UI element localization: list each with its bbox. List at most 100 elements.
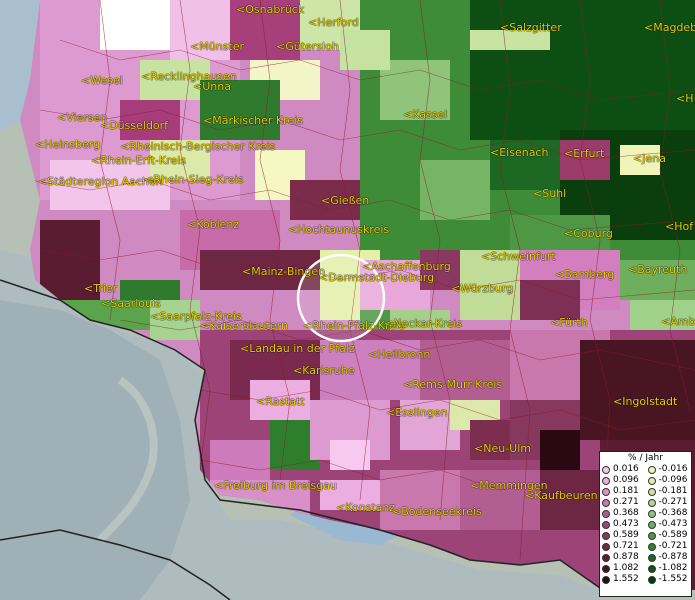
legend-title: % / Jahr xyxy=(628,453,663,463)
legend-entry-pos: 0.368 xyxy=(600,508,646,519)
label-jena[interactable]: <Jena xyxy=(633,153,666,165)
label-koblenz[interactable]: <Koblenz xyxy=(187,219,239,231)
legend-swatch xyxy=(647,487,656,496)
legend-value: 0.096 xyxy=(613,475,639,485)
legend-row: 0.096 -0.096 xyxy=(600,475,691,486)
label-bayreuth[interactable]: <Bayreuth xyxy=(628,264,687,276)
label-erfurt[interactable]: <Erfurt xyxy=(564,148,604,160)
legend-swatch xyxy=(602,498,610,507)
legend-value: 1.552 xyxy=(613,574,639,584)
label-bodenseekreis[interactable]: <Bodenseekreis xyxy=(392,506,482,518)
label-magdeburg[interactable]: <Magdeb xyxy=(644,22,695,34)
label-freiburg-im-breisgau[interactable]: <Freiburg im Breisgau xyxy=(214,480,337,492)
legend-swatch xyxy=(602,487,610,496)
label-hof[interactable]: <Hof xyxy=(665,221,693,233)
label-giessen[interactable]: <Gießen xyxy=(321,195,369,207)
legend-entry-neg: -0.271 xyxy=(646,497,692,508)
label-fuerth[interactable]: <Fürth xyxy=(550,317,588,329)
label-amberg[interactable]: <Amb xyxy=(661,316,695,328)
label-unna[interactable]: <Unna xyxy=(193,81,231,93)
legend-entry-pos: 0.878 xyxy=(600,552,646,563)
legend-entry-pos: 1.082 xyxy=(600,563,646,574)
legend-value: 0.878 xyxy=(613,552,639,562)
legend-row: 0.878 -0.878 xyxy=(600,552,691,563)
label-coburg[interactable]: <Coburg xyxy=(564,228,613,240)
label-neckar-kreis[interactable]: <Neckar-Kreis xyxy=(384,318,462,330)
label-karlsruhe[interactable]: <Karlsruhe xyxy=(293,365,355,377)
legend-value: 0.016 xyxy=(613,464,639,474)
legend-swatch xyxy=(647,531,656,540)
legend-entry-neg: -0.721 xyxy=(646,541,692,552)
label-eisenach[interactable]: <Eisenach xyxy=(490,147,548,159)
label-muenster[interactable]: <Münster xyxy=(190,41,244,53)
legend-value: -0.721 xyxy=(658,541,688,551)
legend-value: 0.368 xyxy=(613,508,639,518)
legend-value: -0.181 xyxy=(658,486,688,496)
legend-value: -0.878 xyxy=(658,552,688,562)
label-trier[interactable]: <Trier xyxy=(84,283,117,295)
label-rhein-erft-kreis[interactable]: <Rhein-Erft-Kreis xyxy=(91,155,186,167)
label-wuerzburg[interactable]: <Würzburg xyxy=(451,283,513,295)
label-saarpfalz-kreis[interactable]: <Saarpfalz-Kreis xyxy=(150,311,242,323)
label-darmstadt-dieburg[interactable]: <Darmstadt-Dieburg xyxy=(319,272,434,284)
label-kaufbeuren[interactable]: <Kaufbeuren xyxy=(525,490,598,502)
legend-value: -0.589 xyxy=(658,530,688,540)
legend-swatch xyxy=(602,564,610,573)
legend-swatch xyxy=(602,465,610,474)
label-kassel[interactable]: <Kassel xyxy=(403,109,447,121)
legend-entry-pos: 0.721 xyxy=(600,541,646,552)
legend-value: -0.271 xyxy=(658,497,688,507)
label-mainz-bingen[interactable]: <Mainz-Bingen xyxy=(242,266,325,278)
label-guetersloh[interactable]: <Gütersloh xyxy=(276,41,339,53)
legend-entry-neg: -1.552 xyxy=(646,574,692,585)
label-heilbronn[interactable]: <Heilbronn xyxy=(368,349,430,361)
legend-entry-pos: 0.096 xyxy=(600,475,646,486)
label-saarlouis[interactable]: <Saarlouis xyxy=(101,298,161,310)
label-landau-in-der-pfalz[interactable]: <Landau in der Pfalz xyxy=(240,343,355,355)
legend-swatch xyxy=(602,476,610,485)
legend-swatch xyxy=(647,564,656,573)
label-schweinfurt[interactable]: <Schweinfurt xyxy=(481,251,556,263)
label-esslingen[interactable]: <Esslingen xyxy=(386,407,447,419)
map-view[interactable]: <Osnabrück <Herford <Salzgitter <Magdeb … xyxy=(0,0,695,600)
label-h[interactable]: <H xyxy=(676,93,694,105)
legend-rows: 0.016 -0.016 0.096 -0.096 0.181 -0.181 0.271 -0… xyxy=(600,464,691,585)
label-herford[interactable]: <Herford xyxy=(308,17,359,29)
label-duesseldorf[interactable]: <Düsseldorf xyxy=(100,120,168,132)
legend-row: 0.181 -0.181 xyxy=(600,486,691,497)
label-rastatt[interactable]: <Rastatt xyxy=(256,396,305,408)
label-osnabrueck[interactable]: <Osnabrück xyxy=(236,4,304,16)
label-rems-murr-kreis[interactable]: <Rems-Murr-Kreis xyxy=(403,379,502,391)
label-suhl[interactable]: <Suhl xyxy=(533,188,566,200)
legend-value: 0.589 xyxy=(613,530,639,540)
label-ingolstadt[interactable]: <Ingolstadt xyxy=(613,396,677,408)
legend-row: 0.271 -0.271 xyxy=(600,497,691,508)
legend-entry-pos: 0.589 xyxy=(600,530,646,541)
legend-swatch xyxy=(602,553,610,562)
label-heinsberg[interactable]: <Heinsberg xyxy=(35,139,100,151)
legend-swatch xyxy=(647,509,656,518)
label-rheinisch-bergischer-kreis[interactable]: <Rheinisch-Bergischer Kreis xyxy=(120,141,275,153)
label-wesel[interactable]: <Wesel xyxy=(81,75,123,87)
legend-value: 0.473 xyxy=(613,519,639,529)
label-neu-ulm[interactable]: <Neu-Ulm xyxy=(474,443,531,455)
label-maerkischer-kreis[interactable]: <Märkischer Kreis xyxy=(203,115,303,127)
legend-value: 0.271 xyxy=(613,497,639,507)
legend-entry-pos: 0.271 xyxy=(600,497,646,508)
legend-entry-neg: -1.082 xyxy=(646,563,692,574)
label-konstanz[interactable]: <Konstanz xyxy=(336,502,395,514)
label-bamberg[interactable]: <Bamberg xyxy=(555,269,614,281)
label-salzgitter[interactable]: <Salzgitter xyxy=(500,22,562,34)
legend-entry-neg: -0.016 xyxy=(646,464,692,475)
label-rhein-sieg-kreis[interactable]: <Rhein-Sieg-Kreis xyxy=(144,174,243,186)
legend-value: 0.181 xyxy=(613,486,639,496)
legend-swatch xyxy=(647,476,656,485)
legend-swatch xyxy=(647,553,656,562)
label-hochtaunuskreis[interactable]: <Hochtaunuskreis xyxy=(288,224,389,236)
legend-value: -1.082 xyxy=(658,563,688,573)
legend-value: -0.368 xyxy=(658,508,688,518)
legend-value: 0.721 xyxy=(613,541,639,551)
legend-entry-neg: -0.473 xyxy=(646,519,692,530)
legend-swatch xyxy=(647,498,656,507)
legend-entry-neg: -0.181 xyxy=(646,486,692,497)
